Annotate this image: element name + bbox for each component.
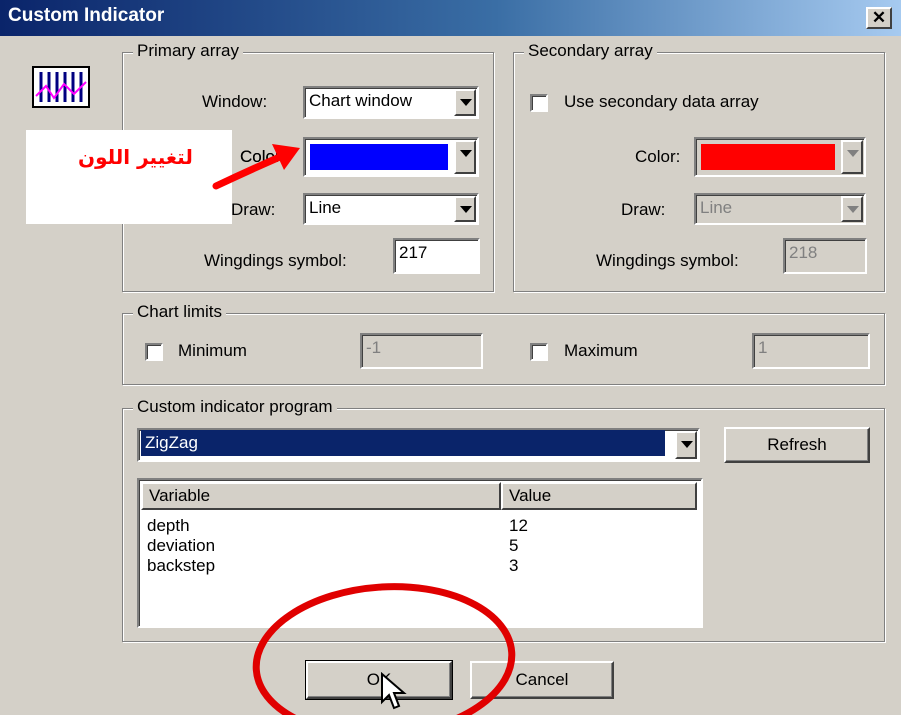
- window-title: Custom Indicator: [8, 5, 165, 26]
- row-value: 12: [509, 516, 528, 535]
- primary-draw-select[interactable]: Line: [303, 193, 479, 225]
- primary-window-label: Window:: [202, 92, 268, 111]
- primary-color-swatch: [310, 144, 448, 170]
- chevron-down-icon[interactable]: [454, 196, 476, 222]
- row-value: 5: [509, 536, 519, 555]
- program-legend: Custom indicator program: [133, 397, 337, 417]
- primary-draw-label: Draw:: [231, 200, 276, 219]
- maximum-value: 1: [758, 338, 768, 357]
- secondary-draw-label: Draw:: [621, 200, 666, 219]
- primary-wingdings-input[interactable]: 217: [393, 238, 480, 274]
- maximum-input[interactable]: 1: [752, 333, 870, 369]
- chevron-down-icon[interactable]: [454, 140, 476, 174]
- primary-window-select[interactable]: Chart window: [303, 86, 479, 119]
- chevron-down-icon[interactable]: [841, 196, 863, 222]
- close-icon: ✕: [871, 8, 887, 27]
- secondary-color-swatch: [701, 144, 835, 170]
- column-header-variable-label: Variable: [149, 486, 211, 505]
- minimum-checkbox[interactable]: [145, 343, 163, 361]
- minimum-label: Minimum: [178, 341, 247, 360]
- maximum-label: Maximum: [564, 341, 638, 360]
- secondary-wingdings-value: 218: [789, 243, 818, 262]
- refresh-label: Refresh: [767, 435, 827, 454]
- column-header-variable[interactable]: Variable: [141, 482, 501, 510]
- primary-color-select[interactable]: [303, 137, 479, 177]
- chevron-down-icon[interactable]: [841, 140, 863, 174]
- primary-draw-value: Line: [309, 198, 342, 217]
- primary-wingdings-label: Wingdings symbol:: [204, 251, 347, 270]
- indicator-chart-icon: [32, 66, 90, 108]
- table-row[interactable]: depth 12: [139, 516, 699, 536]
- title-bar: Custom Indicator ✕: [0, 0, 901, 36]
- use-secondary-checkbox[interactable]: [530, 94, 548, 112]
- program-select[interactable]: ZigZag: [137, 428, 700, 462]
- annotation-arrow-icon: [212, 144, 300, 190]
- maximum-checkbox[interactable]: [530, 343, 548, 361]
- column-header-value-label: Value: [509, 486, 552, 505]
- secondary-wingdings-input[interactable]: 218: [783, 238, 867, 274]
- secondary-color-select[interactable]: [694, 137, 866, 177]
- secondary-color-label: Color:: [635, 147, 681, 166]
- secondary-wingdings-label: Wingdings symbol:: [596, 251, 739, 270]
- minimum-input[interactable]: -1: [360, 333, 483, 369]
- column-header-value[interactable]: Value: [501, 482, 697, 510]
- program-selected-value: ZigZag: [141, 430, 665, 456]
- primary-wingdings-value: 217: [399, 243, 428, 262]
- use-secondary-label: Use secondary data array: [564, 92, 759, 111]
- table-row[interactable]: deviation 5: [139, 536, 699, 556]
- mouse-pointer-icon: [381, 672, 407, 710]
- primary-array-legend: Primary array: [133, 41, 244, 61]
- secondary-array-legend: Secondary array: [524, 41, 657, 61]
- secondary-draw-value: Line: [700, 198, 733, 217]
- chevron-down-icon[interactable]: [675, 431, 697, 459]
- chevron-down-icon[interactable]: [454, 89, 476, 116]
- secondary-draw-select[interactable]: Line: [694, 193, 866, 225]
- annotation-text: لتغيير اللون: [78, 145, 193, 169]
- row-variable: depth: [147, 516, 190, 535]
- primary-window-value: Chart window: [309, 91, 412, 110]
- row-variable: deviation: [147, 536, 216, 555]
- row-variable: backstep: [147, 556, 216, 575]
- minimum-value: -1: [366, 338, 382, 357]
- close-button[interactable]: ✕: [866, 7, 892, 29]
- refresh-button[interactable]: Refresh: [724, 427, 870, 463]
- chart-limits-legend: Chart limits: [133, 302, 227, 322]
